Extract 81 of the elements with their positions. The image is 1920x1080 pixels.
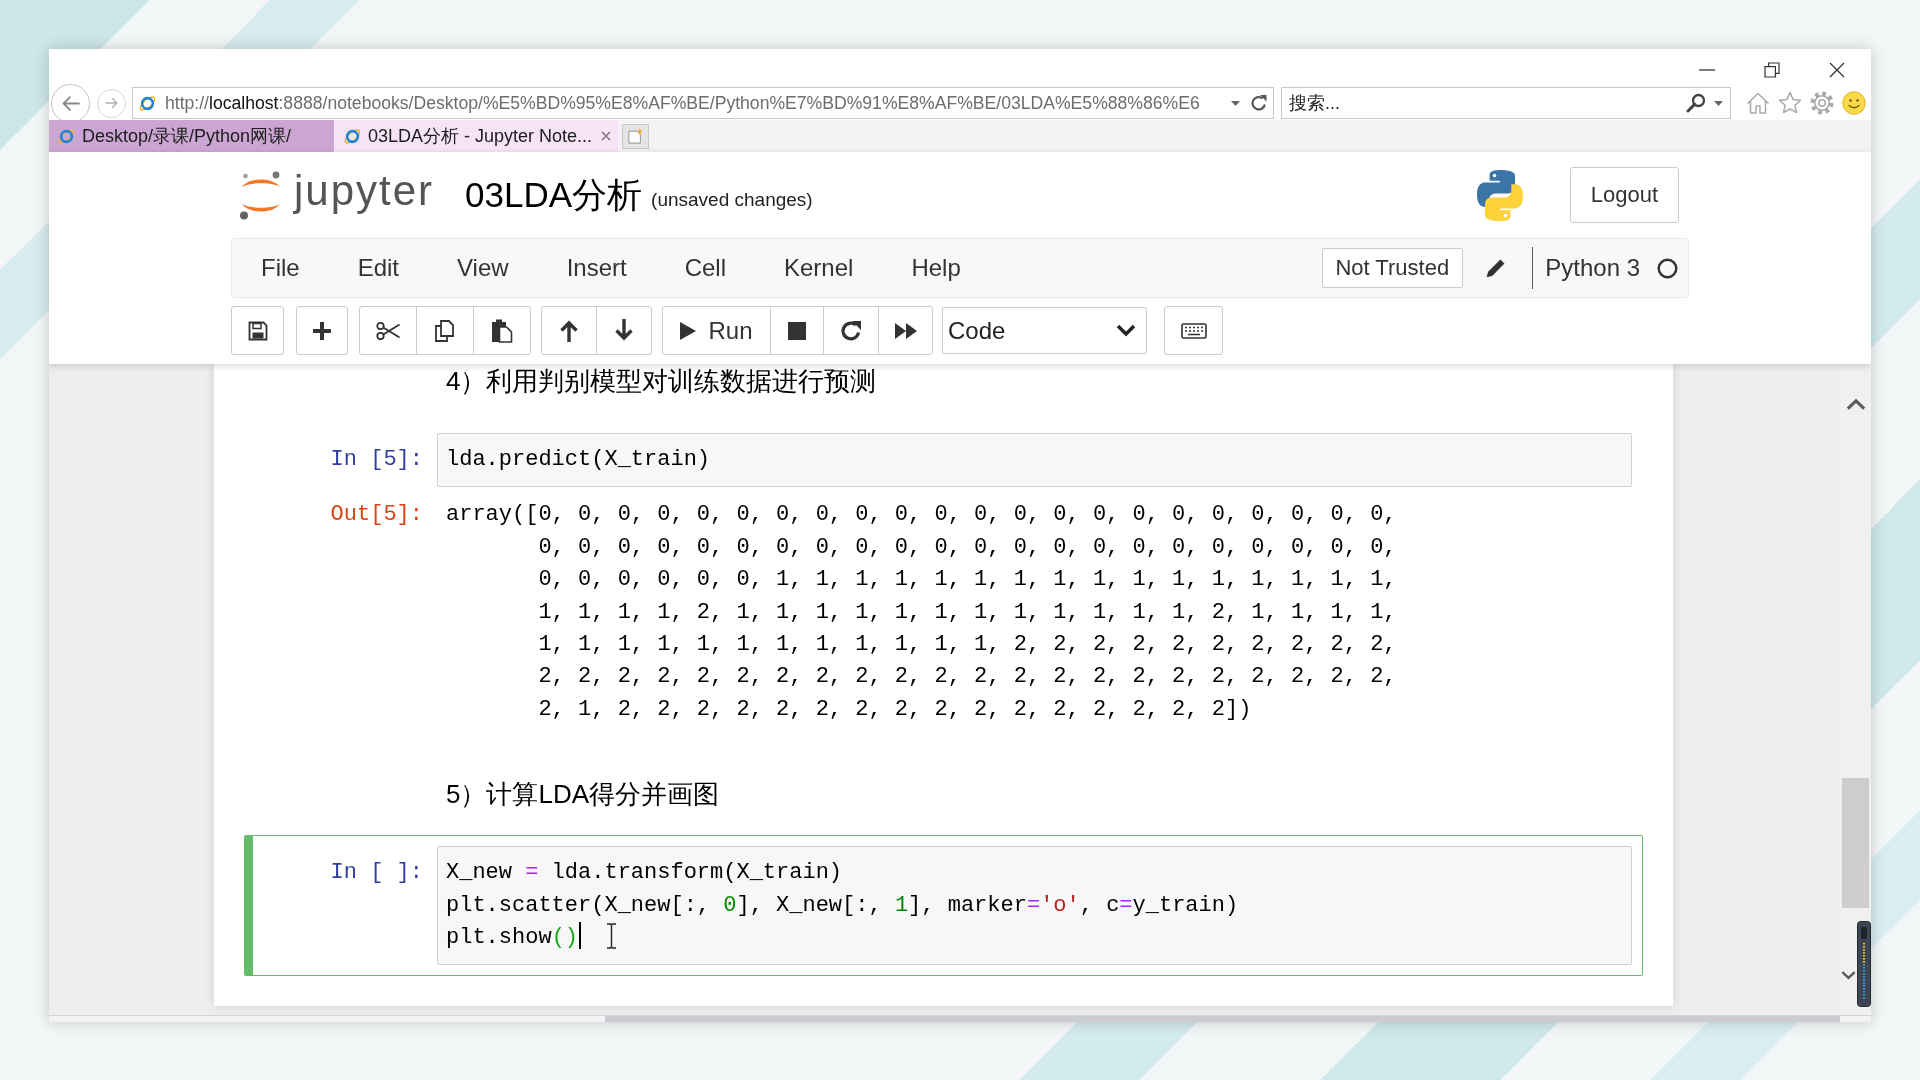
left-arrow-icon — [61, 94, 80, 112]
chevron-down-icon[interactable] — [1841, 971, 1856, 980]
arrow-down-icon — [614, 319, 634, 342]
move-down-button[interactable] — [596, 306, 652, 355]
plus-icon — [313, 321, 331, 340]
code-cell[interactable]: In [ ]: X_new = lda.transform(X_train) plt.scatter(X_new[:, 0], X_new[:, 1], marker='o', c=y_train) plt.show() — [244, 835, 1643, 977]
search-field[interactable]: 搜索... — [1281, 87, 1731, 119]
save-button[interactable] — [231, 306, 284, 355]
snake-logo-icon — [1475, 168, 1525, 222]
back-button[interactable] — [51, 83, 90, 123]
caret-down-icon[interactable] — [1714, 101, 1723, 106]
code-editor[interactable]: X_new = lda.transform(X_train) plt.scatter(X_new[:, 0], X_new[:, 1], marker='o', c=y_train) plt.show() — [437, 846, 1632, 966]
restart-icon — [840, 319, 862, 342]
i-beam-cursor-icon — [606, 923, 617, 949]
caret-down-icon[interactable] — [1231, 100, 1240, 106]
run-button[interactable]: Run — [662, 306, 771, 355]
address-field[interactable]: http://localhost:8888/notebooks/Desktop/%E5%BD%95%E8%AF%BE/Python%E7%BD%91%E8%AF%BE/03LDA%E5%88%86%E6 — [132, 87, 1274, 119]
output-text: array([0, 0, 0, 0, 0, 0, 0, 0, 0, 0, 0, 0, 0, 0, 0, 0, 0, 0, 0, 0, 0, 0, 0, 0, 0, 0, 0, 0, 0, 0, 0, 0, 0, 0, 0, 0, 0, 0, 0, 0, 0, 0, 0, 0, 0, 0, 0, 0, 0, 0, 1, 1, 1, 1, 1, 1, 1, 1, 1, 1, 1, 1, 1, 1, 1, 1, 1, 1, 1, 1, 2, 1, 1, 1, 1, 1, 1, 1, 1, 1, 1, 1, 1, 2, 1, 1, 1, 1, 1, 1, 1, 1, 1, 1, 1, 1, 1, 1, 1, 1, 2, 2, 2, 2, 2, 2, 2, 2, 2, 2, 2, 2, 2, 2, 2, 2, 2, 2, 2, 2, 2, 2, 2, 2, 2, 2, 2, 2, 2, 2, 2, 2, 2, 1, 2, 2, 2, 2, 2, 2, 2, 2, 2, 2, 2, 2, 2, 2, 2, 2]) — [445, 501, 1397, 724]
code-line: lda.predict(X_train) — [446, 446, 711, 474]
copy-icon — [434, 319, 456, 342]
menu-item[interactable]: Edit — [328, 248, 429, 288]
keyboard-icon — [1180, 322, 1207, 339]
restore-icon[interactable] — [1764, 61, 1780, 78]
not-trusted-button[interactable]: Not Trusted — [1321, 248, 1463, 288]
menu-item[interactable]: Cell — [655, 248, 755, 288]
menu-item[interactable]: File — [232, 248, 329, 288]
right-arrow-icon — [104, 97, 119, 109]
search-icon[interactable] — [1686, 93, 1706, 113]
restart-button[interactable] — [823, 306, 879, 355]
logout-button[interactable]: Logout — [1570, 167, 1679, 223]
code-line: plt.scatter(X_new[:, 0], X_new[:, 1], marker='o', c=y_train) — [446, 891, 1239, 920]
paste-button[interactable] — [473, 306, 531, 355]
browser-logo-icon — [57, 126, 76, 146]
code-editor[interactable]: lda.predict(X_train) — [437, 433, 1632, 488]
cell-type-select[interactable]: Code — [942, 307, 1147, 354]
star-icon[interactable] — [1778, 91, 1802, 115]
save-status: (unsaved changes) — [651, 188, 813, 212]
run-all-button[interactable] — [878, 306, 933, 355]
menu-item[interactable]: Kernel — [755, 248, 883, 288]
code-line: plt.show() — [446, 922, 582, 955]
input-prompt: In [ ]: — [329, 859, 424, 888]
scissors-icon — [376, 320, 400, 341]
stop-icon — [788, 321, 806, 340]
markdown-text: 5）计算LDA得分并画图 — [445, 778, 720, 812]
notebook-title[interactable]: 03LDA分析 — [465, 173, 643, 217]
chevron-up-icon[interactable] — [1845, 398, 1866, 410]
browser-tab[interactable]: 03LDA分析 - Jupyter Note... — [334, 120, 618, 152]
level-meter-icon — [1857, 921, 1871, 1007]
cut-button[interactable] — [359, 306, 417, 355]
stop-button[interactable] — [770, 306, 824, 355]
horizontal-scrollbar[interactable] — [49, 1015, 1871, 1022]
scrollbar-thumb[interactable] — [605, 1016, 1840, 1022]
markdown-text: 4）利用判别模型对训练数据进行预测 — [445, 365, 877, 398]
menu-item[interactable]: Help — [882, 248, 990, 288]
pencil-icon[interactable] — [1484, 257, 1507, 279]
logo-text[interactable]: jupyter — [294, 166, 435, 224]
refresh-icon[interactable] — [1250, 94, 1268, 112]
copy-button[interactable] — [416, 306, 474, 355]
fast-forward-icon — [894, 322, 917, 339]
code-line: X_new = lda.transform(X_train) — [446, 859, 843, 888]
scrollbar-thumb[interactable] — [1842, 778, 1869, 908]
browser-logo-icon — [138, 93, 157, 113]
save-icon — [247, 320, 268, 341]
output-prompt: Out[5]: — [329, 501, 424, 530]
chevron-down-icon — [1116, 324, 1136, 337]
close-icon[interactable] — [1829, 61, 1845, 78]
menu-item[interactable]: Insert — [537, 248, 656, 288]
keyboard-button[interactable] — [1164, 306, 1223, 355]
input-prompt: In [5]: — [329, 446, 424, 474]
smiley-icon[interactable] — [1842, 91, 1866, 115]
play-icon — [680, 321, 697, 340]
move-up-button[interactable] — [541, 306, 597, 355]
minimize-icon[interactable] — [1699, 68, 1715, 71]
menu-item[interactable]: View — [428, 248, 538, 288]
browser-tab[interactable]: Desktop/录课/Python网课/ — [49, 120, 334, 152]
insert-cell-button[interactable] — [296, 306, 348, 355]
arrow-up-icon — [559, 319, 579, 342]
browser-logo-icon — [343, 126, 362, 146]
paste-icon — [491, 318, 513, 343]
kernel-name: Python 3 — [1545, 254, 1640, 282]
new-page-icon — [628, 128, 643, 144]
